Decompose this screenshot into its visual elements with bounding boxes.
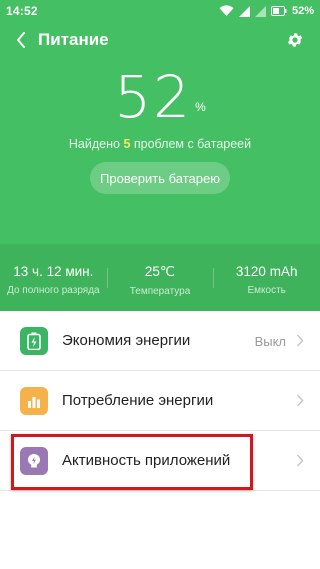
- menu-item-battery-saver[interactable]: Экономия энергии Выкл: [0, 311, 320, 371]
- stat-capacity: 3120 mAh Емкость: [213, 244, 320, 311]
- stat-value: 13 ч. 12 мин.: [13, 264, 94, 279]
- menu-item-label: Экономия энергии: [62, 332, 191, 349]
- chevron-left-icon: [17, 32, 25, 48]
- back-button[interactable]: [10, 28, 32, 52]
- status-battery-percent: 52%: [291, 5, 314, 17]
- chevron-right-icon: [296, 394, 304, 407]
- problems-count: 5: [123, 137, 131, 151]
- stat-temperature: 25℃ Температура: [106, 244, 214, 311]
- menu-item-power-usage[interactable]: Потребление энергии: [0, 371, 320, 431]
- problems-suffix: проблем с батареей: [133, 137, 252, 151]
- check-battery-button[interactable]: Проверить батарею: [90, 162, 230, 194]
- stat-time-remaining: 13 ч. 12 мин. До полного разряда: [0, 244, 107, 311]
- stat-value: 3120 mAh: [235, 264, 298, 279]
- battery-level-value: 52: [114, 63, 193, 131]
- problems-prefix: Найдено: [68, 137, 120, 151]
- stat-label: Температура: [129, 286, 191, 297]
- battery-header-panel: 14:52 52% Питание 52 % Найдено 5 проблем…: [0, 0, 320, 311]
- menu-item-value: Выкл: [254, 334, 286, 349]
- menu-item-label: Потребление энергии: [62, 392, 214, 409]
- bar-chart-icon: [20, 387, 48, 415]
- battery-icon: [270, 6, 287, 16]
- battery-level-unit: %: [195, 100, 206, 114]
- battery-saver-icon: [20, 327, 48, 355]
- stat-value: 25℃: [144, 264, 176, 279]
- problems-summary: Найдено 5 проблем с батареей: [0, 137, 320, 151]
- chevron-right-icon: [296, 334, 304, 347]
- stat-label: До полного разряда: [7, 285, 100, 296]
- page-title: Питание: [38, 30, 109, 49]
- signal-icon: [254, 5, 266, 17]
- settings-button[interactable]: [284, 29, 306, 51]
- gear-icon: [287, 33, 303, 47]
- title-bar: Питание: [0, 26, 320, 54]
- stat-label: Емкость: [247, 285, 286, 296]
- status-time: 14:52: [6, 4, 38, 18]
- battery-stats: 13 ч. 12 мин. До полного разряда 25℃ Тем…: [0, 244, 320, 311]
- status-bar: 14:52 52%: [0, 0, 320, 22]
- wifi-icon: [219, 5, 234, 16]
- signal-icon: [238, 5, 250, 17]
- chevron-right-icon: [296, 454, 304, 467]
- battery-level-display: 52%: [0, 68, 320, 126]
- highlight-box: [11, 434, 253, 490]
- status-icons: 52%: [219, 3, 314, 19]
